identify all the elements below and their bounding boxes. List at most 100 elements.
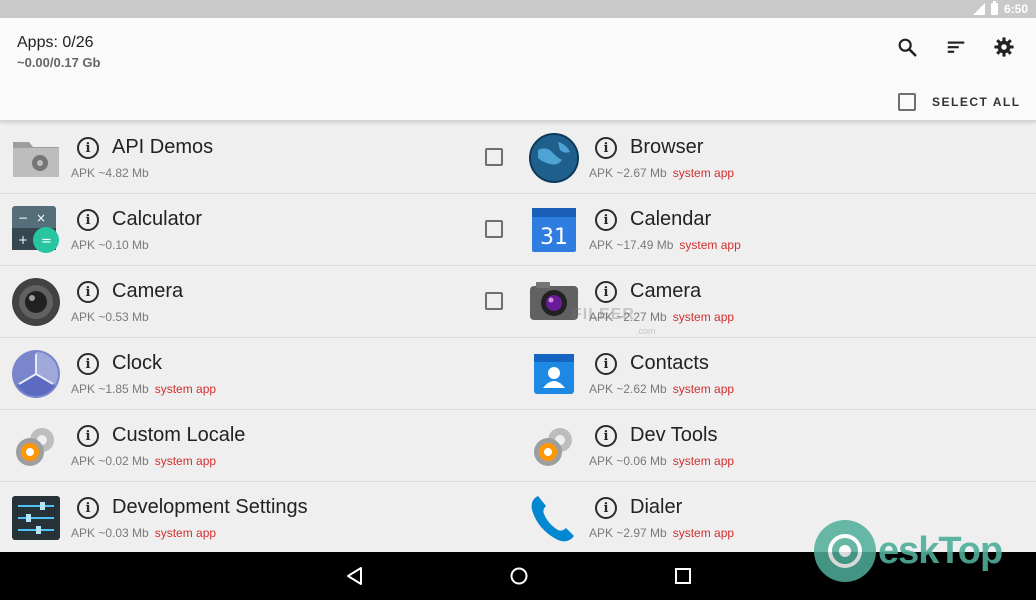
app-list: i API Demos APK ~4.82 Mb i Browser APK ~… <box>0 122 1036 554</box>
info-icon[interactable]: i <box>77 425 99 447</box>
list-item[interactable]: i Clock APK ~1.85 Mb system app <box>0 338 518 409</box>
app-size: APK ~2.67 Mb <box>589 166 667 180</box>
app-name: Calendar <box>630 208 712 230</box>
app-meta: APK ~2.97 Mb system app <box>589 526 734 540</box>
info-icon[interactable]: i <box>595 281 617 303</box>
svg-text:−: − <box>18 211 28 225</box>
list-item[interactable]: i Development Settings APK ~0.03 Mb syste… <box>0 482 518 553</box>
watermark-text: eskTop <box>878 529 1003 572</box>
app-size: APK ~4.82 Mb <box>71 166 149 180</box>
gear-icon <box>534 428 572 466</box>
system-app-tag: system app <box>154 382 217 396</box>
info-icon[interactable]: i <box>77 497 99 519</box>
watermark-overlay: FILEER <box>572 306 635 323</box>
app-size: APK ~0.02 Mb <box>71 454 149 468</box>
watermark-logo-icon <box>814 520 876 582</box>
status-bar: 6:50 <box>0 0 1036 18</box>
app-size: APK ~2.97 Mb <box>589 526 667 540</box>
app-name: Dev Tools <box>630 424 718 446</box>
watermark: eskTop <box>814 518 1003 584</box>
list-item[interactable]: i Contacts APK ~2.62 Mb system app <box>518 338 1036 409</box>
folder-gear-icon <box>13 142 59 177</box>
app-name: Dialer <box>630 496 683 518</box>
status-icons: 6:50 <box>972 0 1028 18</box>
gear-icon <box>16 428 54 466</box>
app-name: Camera <box>112 280 184 302</box>
apps-count: Apps: 0/26 <box>17 34 94 51</box>
svg-text:+: + <box>18 233 28 247</box>
app-meta: APK ~2.67 Mb system app <box>589 166 734 180</box>
list-item[interactable]: i Browser APK ~2.67 Mb system app <box>518 122 1036 193</box>
home-icon <box>510 567 528 585</box>
info-icon[interactable]: i <box>595 137 617 159</box>
app-meta: APK ~4.82 Mb <box>71 166 155 180</box>
list-item[interactable]: 31 i Calendar APK ~17.49 Mb system app <box>518 194 1036 265</box>
table-row: i Custom Locale APK ~0.02 Mb system app i… <box>0 410 1036 482</box>
contacts-icon <box>534 354 574 394</box>
list-item[interactable]: i Camera APK ~0.53 Mb <box>0 266 518 337</box>
info-icon[interactable]: i <box>77 137 99 159</box>
globe-icon <box>529 133 579 183</box>
app-meta: APK ~0.06 Mb system app <box>589 454 734 468</box>
info-icon[interactable]: i <box>77 281 99 303</box>
battery-icon <box>990 1 998 15</box>
info-icon[interactable]: i <box>595 497 617 519</box>
apps-size: ~0.00/0.17 Gb <box>17 55 101 70</box>
app-meta: APK ~0.10 Mb <box>71 238 155 252</box>
sliders-icon <box>12 496 60 540</box>
search-icon <box>898 38 917 57</box>
signal-icon <box>972 3 985 15</box>
clock-icon <box>12 350 60 398</box>
camera-lens-icon <box>12 278 60 326</box>
table-row: i Camera APK ~0.53 Mb i Camera APK ~2.27… <box>0 266 1036 338</box>
svg-text:31: 31 <box>540 225 568 250</box>
system-app-tag: system app <box>672 454 735 468</box>
list-item[interactable]: − × + = i Calculator APK ~0.10 Mb <box>0 194 518 265</box>
app-size: APK ~0.53 Mb <box>71 310 149 324</box>
system-app-tag: system app <box>672 382 735 396</box>
search-button[interactable] <box>894 34 920 60</box>
app-header: Apps: 0/26 ~0.00/0.17 Gb SELECT ALL <box>0 18 1036 121</box>
calculator-icon: − × + = <box>12 206 59 253</box>
system-app-tag: system app <box>154 454 217 468</box>
recents-icon <box>675 568 691 584</box>
system-app-tag: system app <box>672 526 735 540</box>
info-icon[interactable]: i <box>77 353 99 375</box>
app-size: APK ~0.10 Mb <box>71 238 149 252</box>
table-row: i API Demos APK ~4.82 Mb i Browser APK ~… <box>0 122 1036 194</box>
app-name: API Demos <box>112 136 214 158</box>
sort-icon <box>947 41 965 53</box>
app-name: Browser <box>630 136 704 158</box>
select-all-label[interactable]: SELECT ALL <box>932 95 1021 109</box>
info-icon[interactable]: i <box>595 353 617 375</box>
app-size: APK ~1.85 Mb <box>71 382 149 396</box>
sort-button[interactable] <box>943 34 969 60</box>
info-icon[interactable]: i <box>595 425 617 447</box>
back-button[interactable] <box>343 564 367 588</box>
app-name: Calculator <box>112 208 203 230</box>
app-meta: APK ~0.53 Mb <box>71 310 155 324</box>
back-icon <box>347 567 362 585</box>
info-icon[interactable]: i <box>77 209 99 231</box>
app-checkbox[interactable] <box>485 148 503 166</box>
status-time: 6:50 <box>1003 2 1028 16</box>
system-app-tag: system app <box>672 166 735 180</box>
list-item[interactable]: i Custom Locale APK ~0.02 Mb system app <box>0 410 518 481</box>
app-manager-screen: 6:50 Apps: 0/26 ~0.00/0.17 Gb SELECT ALL… <box>0 0 1036 600</box>
app-meta: APK ~0.02 Mb system app <box>71 454 216 468</box>
settings-button[interactable] <box>991 34 1017 60</box>
app-name: Development Settings <box>112 496 308 518</box>
app-name: Contacts <box>630 352 709 374</box>
system-app-tag: system app <box>154 526 217 540</box>
home-button[interactable] <box>507 564 531 588</box>
list-item[interactable]: i API Demos APK ~4.82 Mb <box>0 122 518 193</box>
watermark-overlay-sub: .com <box>636 326 656 336</box>
list-item[interactable]: i Camera APK ~2.27 Mb system app <box>518 266 1036 337</box>
app-name: Custom Locale <box>112 424 246 446</box>
app-checkbox[interactable] <box>485 292 503 310</box>
select-all-checkbox[interactable] <box>898 93 916 111</box>
app-checkbox[interactable] <box>485 220 503 238</box>
list-item[interactable]: i Dev Tools APK ~0.06 Mb system app <box>518 410 1036 481</box>
recents-button[interactable] <box>671 564 695 588</box>
info-icon[interactable]: i <box>595 209 617 231</box>
